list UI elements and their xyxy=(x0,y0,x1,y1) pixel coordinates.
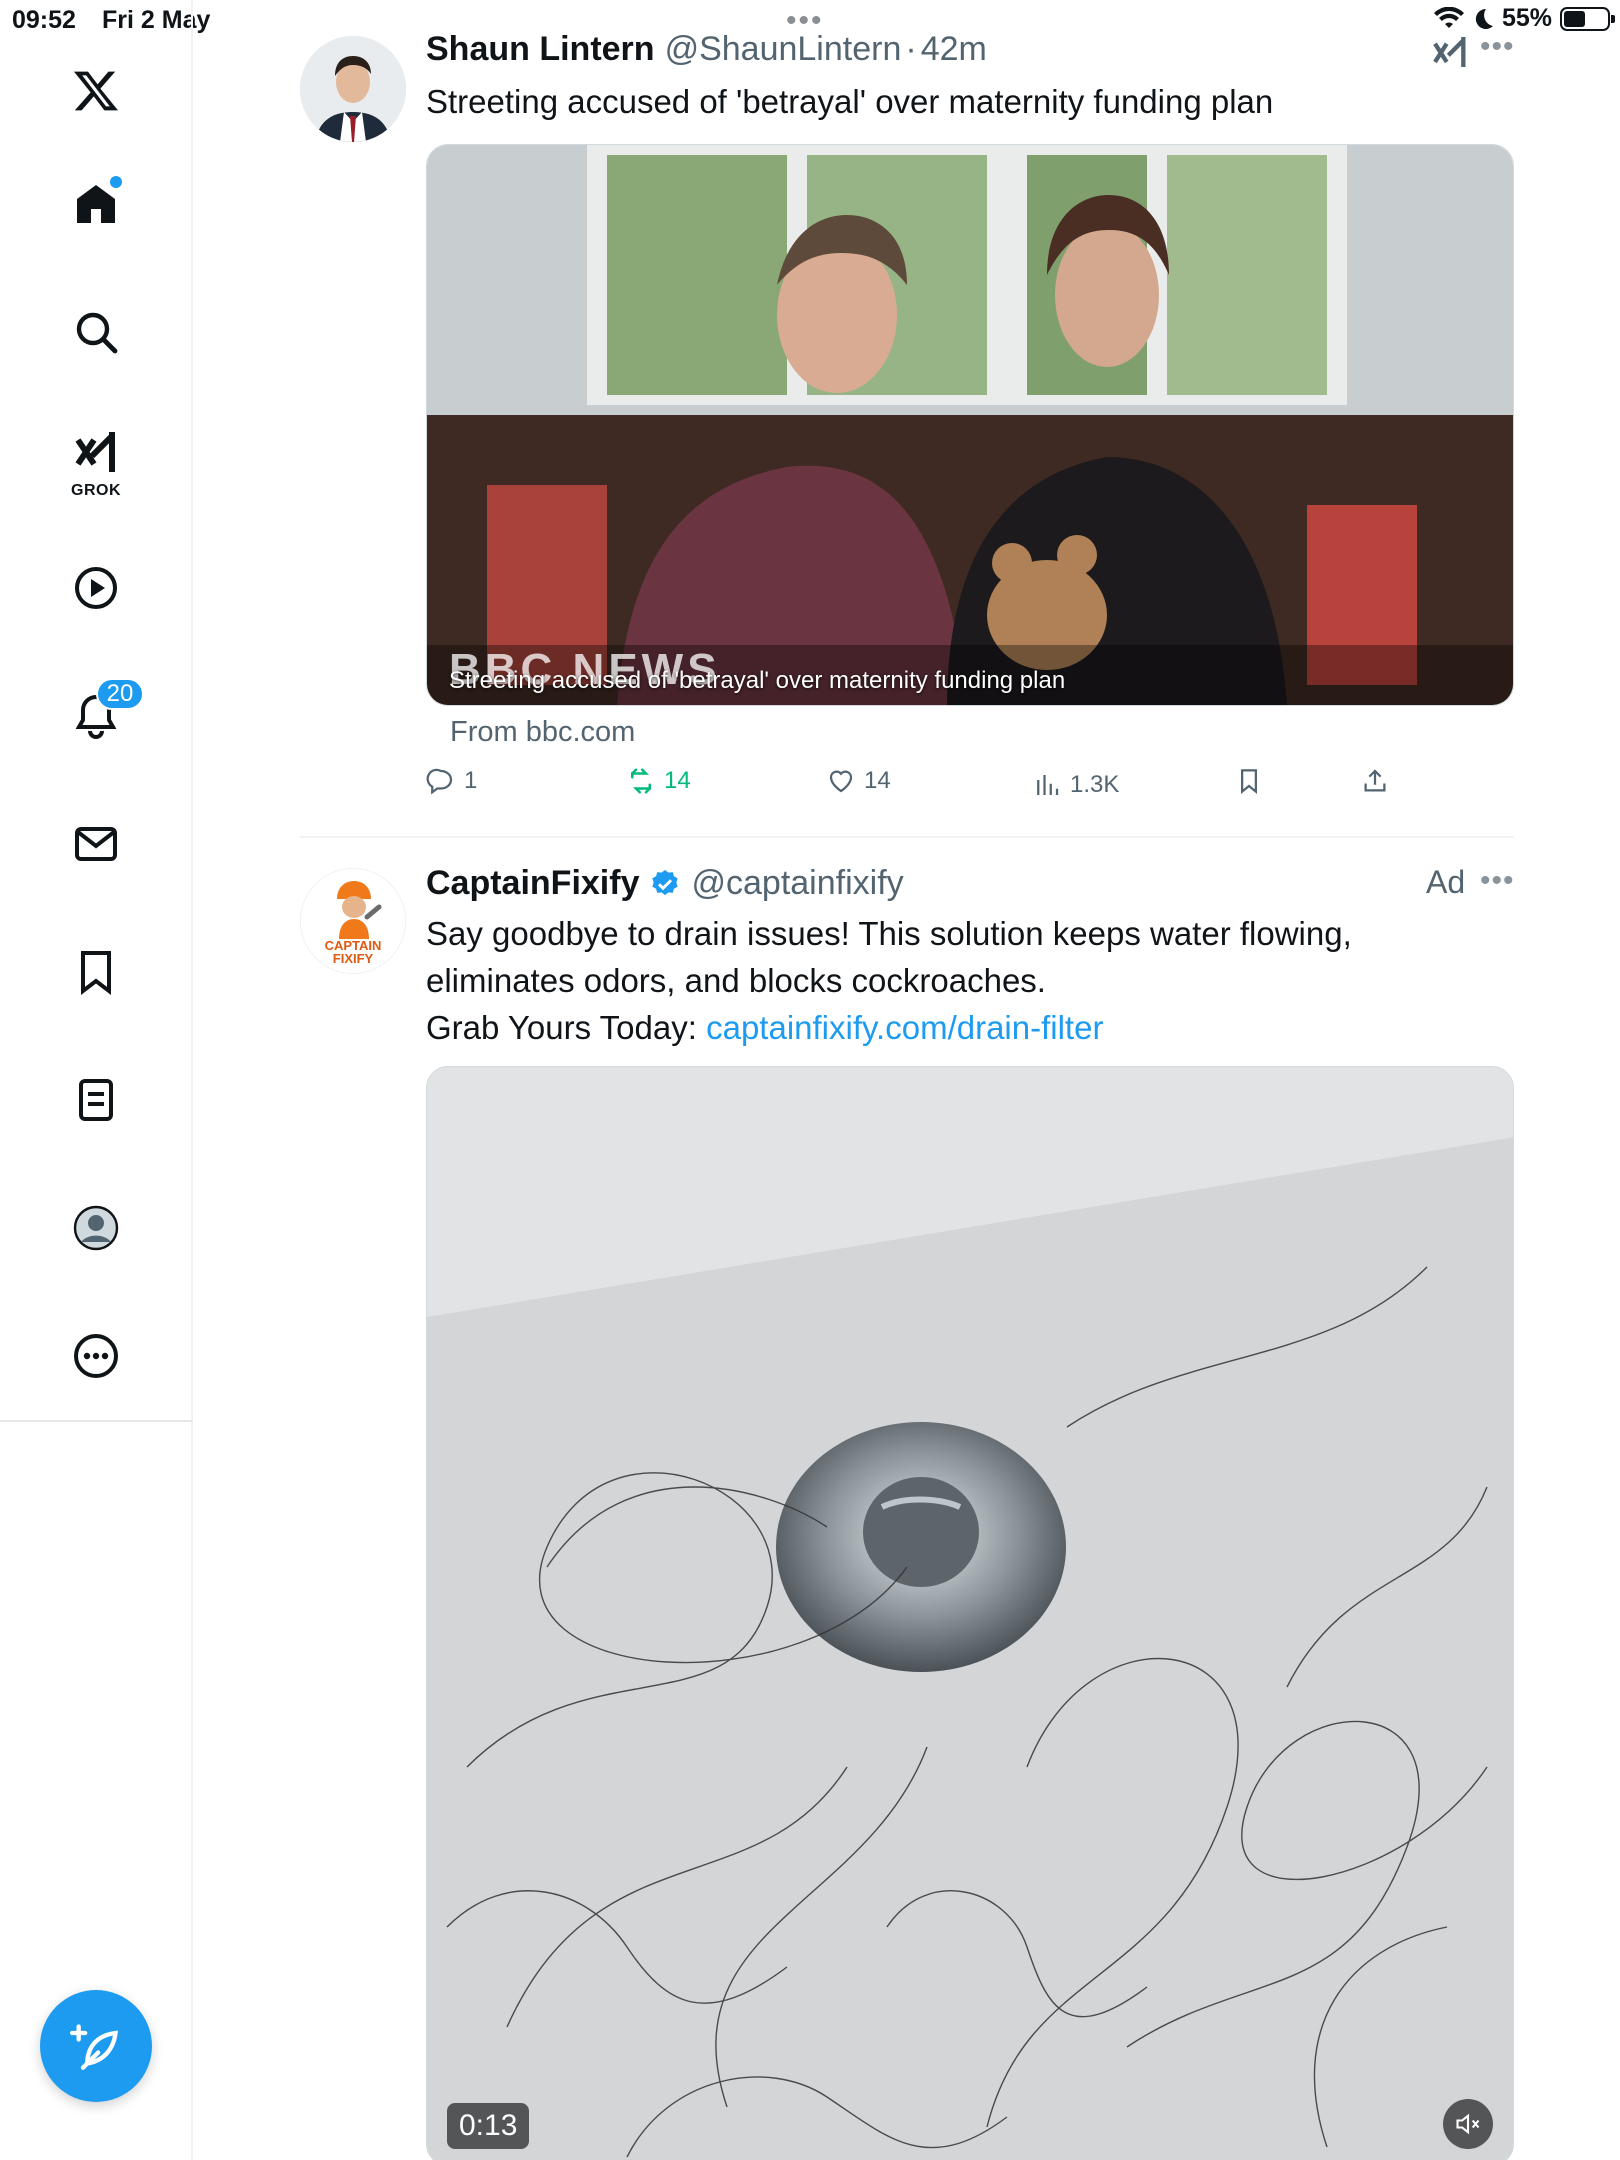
views-count: 1.3K xyxy=(1070,771,1120,798)
video-icon[interactable] xyxy=(60,552,132,624)
ad-link[interactable]: captainfixify.com/drain-filter xyxy=(706,1009,1103,1046)
tweet-time[interactable]: 42m xyxy=(921,30,987,69)
repost-button[interactable]: 14 xyxy=(626,766,691,796)
news-photo xyxy=(427,145,1513,705)
compose-button[interactable] xyxy=(40,1990,152,2102)
heart-icon xyxy=(829,770,853,793)
card-source[interactable]: From bbc.com xyxy=(450,716,635,749)
repost-count: 14 xyxy=(664,767,691,794)
verified-badge-icon xyxy=(652,869,679,895)
bookmark-icon xyxy=(1241,769,1257,794)
tweet-captainfixify-ad[interactable]: CAPTAIN FIXIFY CaptainFixify @captainfix… xyxy=(300,840,1514,2160)
author-handle[interactable]: @captainfixify xyxy=(691,864,903,903)
lists-icon[interactable] xyxy=(60,1064,132,1136)
tweet-text-line-2: eliminates odors, and blocks cockroaches… xyxy=(426,962,1046,999)
home-icon[interactable] xyxy=(60,168,132,240)
link-card-image[interactable]: BBC NEWS Streeting accused of 'betrayal'… xyxy=(426,144,1514,706)
reply-button[interactable]: 1 xyxy=(426,766,477,796)
muted-speaker-icon xyxy=(1456,2113,1480,2135)
share-icon xyxy=(1364,769,1386,792)
notifications-icon[interactable]: 20 xyxy=(60,678,144,752)
compose-feather-icon xyxy=(70,2024,118,2070)
time-separator: · xyxy=(905,30,917,68)
tweet-more-icon[interactable]: ••• xyxy=(1480,864,1515,898)
bookmarks-icon[interactable] xyxy=(60,936,132,1008)
sidebar: GROK 20 xyxy=(0,0,193,2160)
repost-icon xyxy=(631,768,651,794)
grok-icon[interactable]: GROK xyxy=(60,416,132,499)
like-button[interactable]: 14 xyxy=(826,766,891,796)
drain-video-frame xyxy=(427,1067,1513,2160)
card-caption: Streeting accused of 'betrayal' over mat… xyxy=(449,667,1066,694)
avatar[interactable] xyxy=(300,36,406,142)
tweet-divider xyxy=(300,836,1514,838)
grok-label: GROK xyxy=(71,482,121,499)
tweet-shaun-lintern[interactable]: Shaun Lintern @ShaunLintern · 42m ••• St… xyxy=(300,0,1514,838)
grok-explain-icon[interactable] xyxy=(1430,32,1470,72)
profile-avatar-icon[interactable] xyxy=(60,1192,132,1264)
author-name[interactable]: Shaun Lintern xyxy=(426,30,655,69)
cta-prefix: Grab Yours Today: xyxy=(426,1009,707,1046)
avatar-brand-text: CAPTAIN FIXIFY xyxy=(324,938,382,966)
tweet-actions: 1 14 14 1.3K xyxy=(426,766,1426,806)
search-icon[interactable] xyxy=(60,296,132,368)
messages-icon[interactable] xyxy=(60,808,132,880)
person-avatar-image xyxy=(300,36,406,142)
author-name[interactable]: CaptainFixify xyxy=(426,864,639,903)
notifications-badge: 20 xyxy=(96,678,144,710)
sidebar-divider xyxy=(0,1420,193,1422)
views-button[interactable]: 1.3K xyxy=(1032,770,1119,800)
share-button[interactable] xyxy=(1360,766,1390,796)
reply-icon xyxy=(426,768,453,795)
ad-video[interactable]: 0:13 xyxy=(426,1066,1514,2160)
battery-icon xyxy=(1560,6,1615,31)
avatar[interactable]: CAPTAIN FIXIFY xyxy=(300,868,406,974)
bookmark-button[interactable] xyxy=(1234,766,1264,796)
home-unread-dot xyxy=(110,176,122,188)
author-handle[interactable]: @ShaunLintern xyxy=(665,30,902,69)
more-icon[interactable] xyxy=(60,1320,132,1392)
x-logo-icon[interactable] xyxy=(60,55,132,127)
like-count: 14 xyxy=(864,767,891,794)
tweet-more-icon[interactable]: ••• xyxy=(1480,30,1515,64)
reply-count: 1 xyxy=(464,767,478,794)
video-timestamp: 0:13 xyxy=(447,2103,530,2149)
tweet-text: Say goodbye to drain issues! This soluti… xyxy=(426,910,1514,1051)
views-icon xyxy=(1037,775,1059,795)
tweet-text-line-1: Say goodbye to drain issues! This soluti… xyxy=(426,915,1352,952)
mute-button[interactable] xyxy=(1443,2099,1493,2149)
tweet-text-line-3: Grab Yours Today: captainfixify.com/drai… xyxy=(426,1004,1514,1051)
ad-label: Ad xyxy=(1426,864,1466,900)
tweet-text: Streeting accused of 'betrayal' over mat… xyxy=(426,83,1274,120)
